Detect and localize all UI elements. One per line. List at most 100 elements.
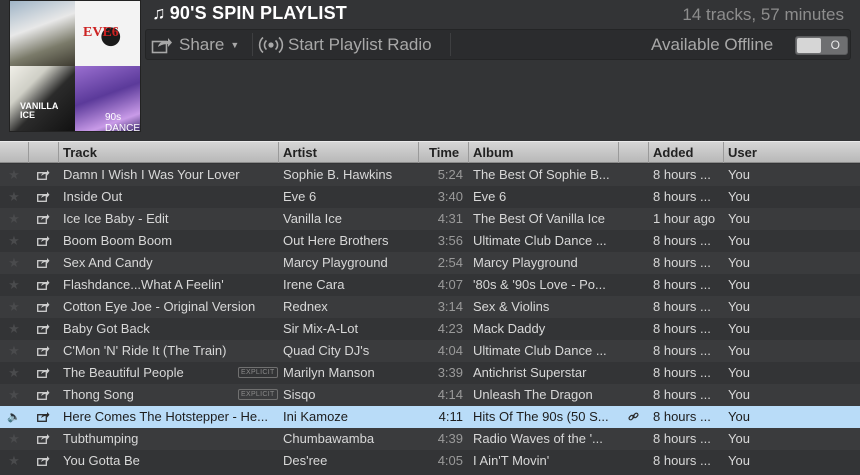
track-album[interactable]: The Best Of Vanilla Ice [469, 208, 619, 230]
track-row[interactable]: ★ You Gotta Be Des'ree 4:05 I Ain'T Movin' 8 … [0, 450, 860, 472]
start-playlist-radio-button[interactable]: Start Playlist Radio [258, 30, 432, 59]
track-user[interactable]: You [724, 186, 860, 208]
track-user[interactable]: You [724, 406, 860, 428]
track-album[interactable]: Marcy Playground [469, 252, 619, 274]
star-icon[interactable]: ★ [0, 450, 28, 472]
link-cell [619, 296, 647, 318]
track-row[interactable]: ★ Cotton Eye Joe - Original Version Rednex… [0, 296, 860, 318]
share-track-icon[interactable] [29, 252, 57, 274]
column-header-time[interactable]: Time [419, 142, 469, 163]
track-artist[interactable]: Des'ree [279, 450, 419, 472]
track-row[interactable]: ★ The Beautiful People EXPLICIT Marilyn Man… [0, 362, 860, 384]
track-row[interactable]: ★ C'Mon 'N' Ride It (The Train) Quad City … [0, 340, 860, 362]
track-album[interactable]: Unleash The Dragon [469, 384, 619, 406]
track-row[interactable]: ★ Sex And Candy Marcy Playground 2:54 Marcy … [0, 252, 860, 274]
column-header-album[interactable]: Album [469, 142, 619, 163]
share-track-icon[interactable] [29, 384, 57, 406]
share-track-icon[interactable] [29, 406, 57, 428]
track-album[interactable]: Eve 6 [469, 186, 619, 208]
track-row[interactable]: ★ Ice Ice Baby - Edit Vanilla Ice 4:31 The B… [0, 208, 860, 230]
star-icon[interactable]: ★ [0, 164, 28, 186]
track-album[interactable]: Mack Daddy [469, 318, 619, 340]
track-row[interactable]: ★ Boom Boom Boom Out Here Brothers 3:56 Ulti… [0, 230, 860, 252]
track-artist[interactable]: Sisqo [279, 384, 419, 406]
track-artist[interactable]: Ini Kamoze [279, 406, 419, 428]
share-track-icon[interactable] [29, 230, 57, 252]
track-user[interactable]: You [724, 362, 860, 384]
column-header-user[interactable]: User [724, 142, 860, 163]
track-artist[interactable]: Marilyn Manson [279, 362, 419, 384]
column-header-link[interactable] [619, 142, 649, 163]
track-artist[interactable]: Eve 6 [279, 186, 419, 208]
track-artist[interactable]: Out Here Brothers [279, 230, 419, 252]
track-user[interactable]: You [724, 252, 860, 274]
track-artist[interactable]: Marcy Playground [279, 252, 419, 274]
track-user[interactable]: You [724, 450, 860, 472]
track-user[interactable]: You [724, 384, 860, 406]
star-icon[interactable]: ★ [0, 230, 28, 252]
track-user[interactable]: You [724, 208, 860, 230]
track-artist[interactable]: Sophie B. Hawkins [279, 164, 419, 186]
track-artist[interactable]: Chumbawamba [279, 428, 419, 450]
track-added: 8 hours ... [653, 409, 711, 424]
track-row[interactable]: ★ Thong Song EXPLICIT Sisqo 4:14 Unleash The … [0, 384, 860, 406]
star-icon[interactable]: ★ [0, 208, 28, 230]
track-artist[interactable]: Quad City DJ's [279, 340, 419, 362]
track-album[interactable]: I Ain'T Movin' [469, 450, 619, 472]
share-track-icon[interactable] [29, 164, 57, 186]
track-album[interactable]: Ultimate Club Dance ... [469, 230, 619, 252]
share-track-icon[interactable] [29, 362, 57, 384]
share-track-icon[interactable] [29, 208, 57, 230]
star-icon[interactable]: ★ [0, 252, 28, 274]
track-album[interactable]: Antichrist Superstar [469, 362, 619, 384]
track-row[interactable]: ★ Baby Got Back Sir Mix-A-Lot 4:23 Mack Dadd… [0, 318, 860, 340]
star-icon[interactable]: ★ [0, 384, 28, 406]
column-header-star[interactable] [0, 142, 29, 163]
star-icon[interactable]: ★ [0, 274, 28, 296]
track-user[interactable]: You [724, 296, 860, 318]
share-button[interactable]: Share ▼ [151, 30, 239, 59]
star-icon[interactable]: ★ [0, 318, 28, 340]
share-track-icon[interactable] [29, 450, 57, 472]
share-track-icon[interactable] [29, 274, 57, 296]
star-icon[interactable]: ★ [0, 340, 28, 362]
track-user[interactable]: You [724, 318, 860, 340]
share-track-icon[interactable] [29, 340, 57, 362]
star-icon[interactable]: ★ [0, 296, 28, 318]
track-user[interactable]: You [724, 340, 860, 362]
track-artist[interactable]: Sir Mix-A-Lot [279, 318, 419, 340]
link-icon[interactable] [619, 406, 647, 428]
column-header-track[interactable]: Track [59, 142, 279, 163]
share-track-icon[interactable] [29, 296, 57, 318]
track-album[interactable]: Hits Of The 90s (50 S... [469, 406, 619, 428]
track-user[interactable]: You [724, 428, 860, 450]
share-track-icon[interactable] [29, 428, 57, 450]
track-row[interactable]: 🔈 Here Comes The Hotstepper - He... Ini Ka… [0, 406, 860, 428]
track-row[interactable]: ★ Tubthumping Chumbawamba 4:39 Radio Waves o… [0, 428, 860, 450]
star-icon[interactable]: ★ [0, 186, 28, 208]
playlist-cover-mosaic[interactable]: EVE6 VANILLA ICE 90s DANCE [10, 1, 140, 131]
track-row[interactable]: ★ Flashdance...What A Feelin' Irene Cara 4:… [0, 274, 860, 296]
available-offline-toggle[interactable]: O [795, 36, 848, 55]
share-track-icon[interactable] [29, 318, 57, 340]
track-artist[interactable]: Rednex [279, 296, 419, 318]
speaker-icon[interactable]: 🔈 [0, 406, 28, 428]
track-row[interactable]: ★ Damn I Wish I Was Your Lover Sophie B. H… [0, 164, 860, 186]
column-header-share[interactable] [29, 142, 59, 163]
track-album[interactable]: Radio Waves of the '... [469, 428, 619, 450]
column-header-added[interactable]: Added [649, 142, 724, 163]
track-user[interactable]: You [724, 230, 860, 252]
track-album[interactable]: The Best Of Sophie B... [469, 164, 619, 186]
column-header-artist[interactable]: Artist [279, 142, 419, 163]
track-album[interactable]: Sex & Violins [469, 296, 619, 318]
track-user[interactable]: You [724, 164, 860, 186]
star-icon[interactable]: ★ [0, 428, 28, 450]
star-icon[interactable]: ★ [0, 362, 28, 384]
track-row[interactable]: ★ Inside Out Eve 6 3:40 Eve 6 8 hours ... You [0, 186, 860, 208]
track-user[interactable]: You [724, 274, 860, 296]
track-album[interactable]: '80s & '90s Love - Po... [469, 274, 619, 296]
track-artist[interactable]: Irene Cara [279, 274, 419, 296]
share-track-icon[interactable] [29, 186, 57, 208]
track-album[interactable]: Ultimate Club Dance ... [469, 340, 619, 362]
track-artist[interactable]: Vanilla Ice [279, 208, 419, 230]
